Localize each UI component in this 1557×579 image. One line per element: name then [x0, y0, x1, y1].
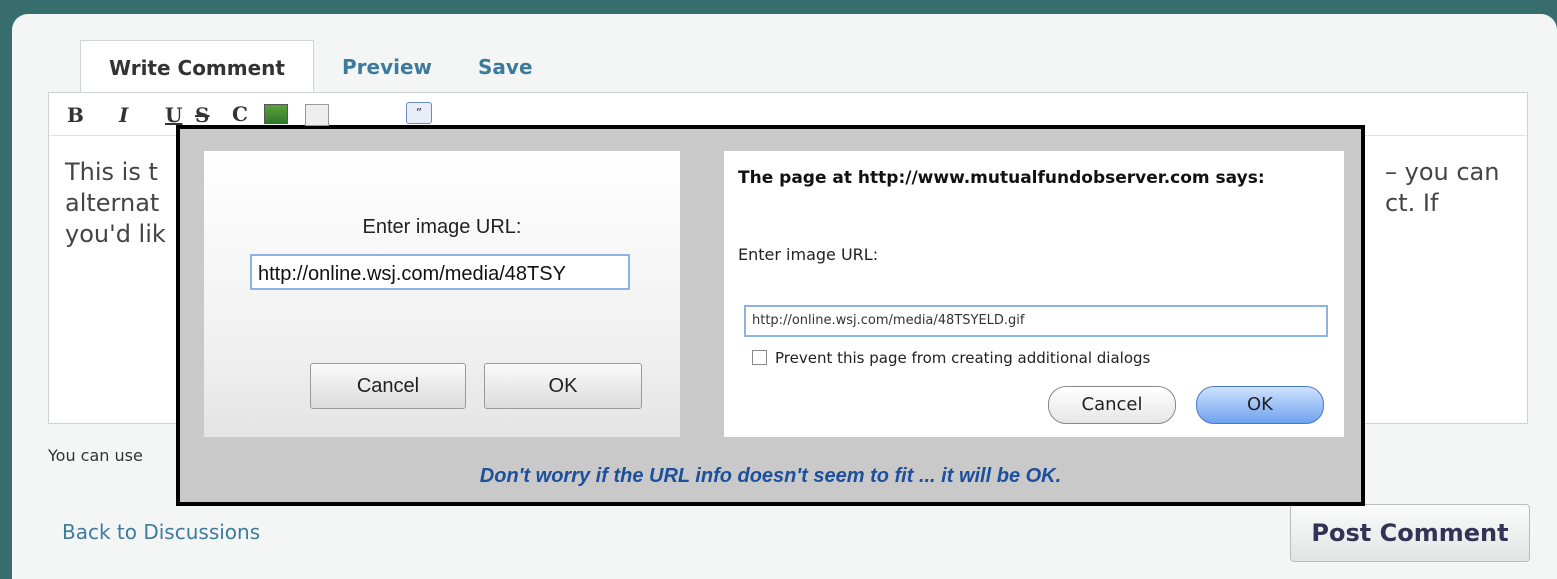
image-url-dialog-left: Enter image URL: http://online.wsj.com/m…: [204, 151, 680, 437]
image-url-label: Enter image URL:: [362, 216, 522, 238]
tab-preview[interactable]: Preview: [342, 40, 432, 92]
strikethrough-button[interactable]: S: [195, 103, 209, 127]
bold-button[interactable]: B: [67, 103, 84, 127]
tab-write-comment[interactable]: Write Comment: [80, 40, 314, 93]
post-comment-button[interactable]: Post Comment: [1290, 504, 1530, 562]
prevent-dialogs-checkbox[interactable]: [752, 350, 767, 365]
image-url-dialog-right: The page at http://www.mutualfundobserve…: [724, 151, 1344, 437]
formatting-hint: You can use: [48, 446, 143, 465]
image-icon[interactable]: [264, 104, 288, 124]
image-url-input[interactable]: http://online.wsj.com/media/48TSYELD.gif: [744, 305, 1328, 337]
dialog-title: The page at http://www.mutualfundobserve…: [738, 168, 1265, 188]
editor-line-3-left: you'd lik: [65, 220, 166, 248]
back-to-discussions-link[interactable]: Back to Discussions: [62, 520, 260, 544]
editor-line-2-right: ct. If: [1385, 189, 1439, 217]
quote-icon[interactable]: ”: [406, 102, 432, 124]
cancel-button[interactable]: Cancel: [310, 363, 466, 409]
dialog-comparison-overlay: Enter image URL: http://online.wsj.com/m…: [176, 125, 1365, 506]
cancel-button[interactable]: Cancel: [1048, 386, 1176, 424]
italic-button[interactable]: I: [119, 103, 128, 127]
prevent-dialogs-row[interactable]: Prevent this page from creating addition…: [752, 349, 1150, 367]
underline-button[interactable]: U: [165, 103, 182, 127]
editor-line-1-right: – you can: [1385, 158, 1500, 186]
overlay-caption: Don't worry if the URL info doesn't seem…: [479, 465, 1062, 487]
code-button[interactable]: C: [232, 102, 248, 126]
editor-line-1-left: This is t: [65, 158, 158, 186]
image-url-input[interactable]: http://online.wsj.com/media/48TSY: [250, 254, 630, 290]
editor-line-2-left: alternat: [65, 189, 160, 217]
tab-save-draft[interactable]: Save Draft: [478, 40, 536, 133]
link-icon[interactable]: [305, 104, 329, 126]
image-url-label: Enter image URL:: [738, 245, 879, 264]
ok-button[interactable]: OK: [484, 363, 642, 409]
ok-button[interactable]: OK: [1196, 386, 1324, 424]
prevent-dialogs-label: Prevent this page from creating addition…: [775, 349, 1151, 367]
